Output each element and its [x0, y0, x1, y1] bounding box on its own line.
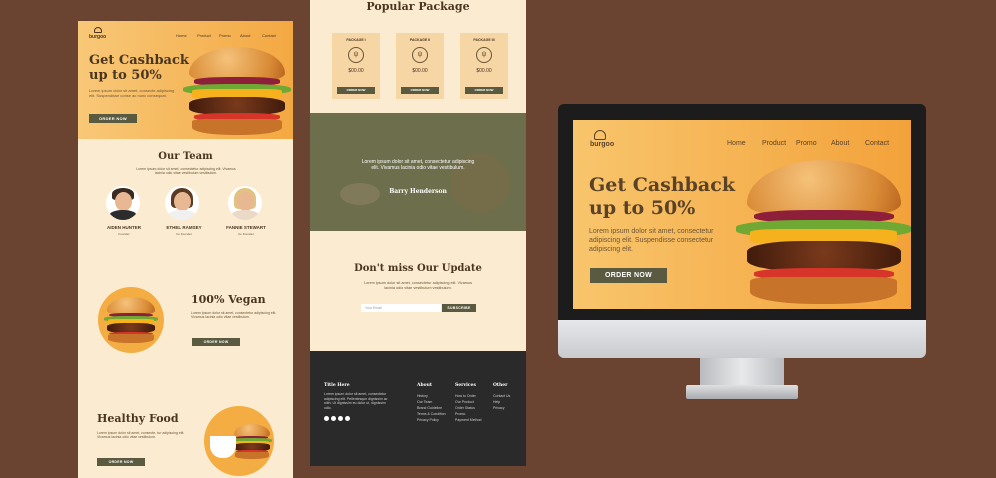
footer-links-services: How to Order Our Product Order Status Pr…	[455, 393, 481, 423]
hero-title: Get Cashback up to 50%	[589, 174, 735, 220]
vegan-body: Lorem ipsum dolor sit amet, consectetur …	[191, 311, 277, 320]
order-now-button[interactable]: ORDER NOW	[89, 114, 137, 123]
hero-title-line2: up to 50%	[589, 197, 696, 219]
order-now-button[interactable]: ORDER NOW	[97, 458, 145, 466]
nav-about[interactable]: About	[831, 140, 849, 147]
whatsapp-icon[interactable]	[345, 416, 350, 421]
footer-col-title: Other	[493, 383, 508, 388]
team-title: Our Team	[158, 151, 213, 162]
footer-title: Title Here	[324, 383, 350, 388]
landing-page-mockup-2: Popular Package PACKAGE I ψ $00.00 ORDER…	[310, 0, 526, 466]
logo[interactable]: burgoo	[89, 27, 106, 40]
package-order-button[interactable]: ORDER NOW	[337, 87, 375, 94]
newsletter-title: Don't miss Our Update	[354, 263, 482, 274]
member-name: FANNIE STEWART	[226, 225, 266, 230]
package-name: PACKAGE I	[346, 38, 366, 42]
instagram-icon[interactable]	[324, 416, 329, 421]
package-price: $00.00	[348, 68, 364, 74]
healthy-title: Healthy Food	[97, 412, 179, 425]
hero-body: Lorem ipsum dolor sit amet, consecte adi…	[89, 88, 175, 98]
footer-link[interactable]: Privacy Policy	[417, 417, 446, 423]
testimonial-section: Lorem ipsum dolor sit amet, consectetur …	[310, 113, 526, 231]
footer-desc: Lorem ipsum dolor sit amet, consectetur …	[324, 392, 388, 410]
nav-about[interactable]: About	[240, 33, 250, 38]
package-order-button[interactable]: ORDER NOW	[401, 87, 439, 94]
vegan-title: 100% Vegan	[191, 293, 266, 306]
testimonial-quote: Lorem ipsum dolor sit amet, consectetur …	[361, 159, 475, 172]
fries-bowl	[210, 436, 236, 458]
cutlery-icon: ψ	[348, 47, 364, 63]
package-card: PACKAGE I ψ $00.00 ORDER NOW	[332, 33, 380, 99]
package-name: PACKAGE II	[409, 38, 431, 42]
nav-product[interactable]: Product	[197, 33, 211, 38]
hero-title-line1: Get Cashback	[89, 53, 189, 68]
member-name: AIDEN HUNTER	[106, 225, 141, 230]
testimonial-author: Barry Henderson	[389, 188, 447, 195]
package-price: $00.00	[476, 68, 492, 74]
avatar	[228, 186, 262, 220]
burger-image	[183, 47, 291, 139]
burger-image	[104, 297, 158, 345]
healthy-body: Lorem ipsum dolor sit amet, consecte- tu…	[97, 431, 185, 440]
brand-name: burgoo	[590, 141, 615, 148]
hero-title-line1: Get Cashback	[589, 174, 735, 196]
cutlery-icon: ψ	[476, 47, 492, 63]
monitor-stand-base	[686, 385, 798, 399]
footer-link[interactable]: Payment Method	[455, 417, 481, 423]
subscribe-button[interactable]: SUBSCRIBE	[442, 304, 476, 312]
landing-page-mockup-1: burgoo Home Product Promo About Contact …	[78, 21, 293, 478]
burger-logo-icon	[93, 27, 102, 33]
brand-name: burgoo	[89, 34, 107, 40]
vegan-image-circle	[98, 287, 164, 353]
package-order-button[interactable]: ORDER NOW	[465, 87, 503, 94]
nav-home[interactable]: Home	[727, 140, 746, 147]
package-card: PACKAGE II ψ $00.00 ORDER NOW	[396, 33, 444, 99]
footer-links-about: History Our Team Brand Guideline Terms &…	[417, 393, 446, 423]
member-name: ETHEL RAMSEY	[166, 225, 202, 230]
packages-title: Popular Package	[366, 0, 470, 13]
burger-image	[232, 424, 272, 460]
burger-image	[736, 160, 911, 309]
nav-contact[interactable]: Contact	[865, 140, 889, 147]
nav-product[interactable]: Product	[762, 140, 786, 147]
twitter-icon[interactable]	[338, 416, 343, 421]
nav-contact[interactable]: Contact	[262, 33, 276, 38]
email-input[interactable]: Your Email	[361, 304, 441, 312]
order-now-button[interactable]: ORDER NOW	[192, 338, 240, 346]
hero-section: burgoo Home Product Promo About Contact …	[78, 21, 293, 139]
hero-title-line2: up to 50%	[89, 68, 162, 83]
package-name: PACKAGE III	[473, 38, 495, 42]
newsletter-body: Lorem ipsum dolor sit amet, consectetur …	[364, 281, 472, 290]
member-role: Co Founder	[238, 232, 254, 236]
team-intro: Lorem ipsum dolor sit amet, consectetur …	[136, 167, 236, 176]
avatar	[106, 186, 140, 220]
nav-promo[interactable]: Promo	[796, 140, 817, 147]
nav-promo[interactable]: Promo	[219, 33, 231, 38]
hero-title: Get Cashback up to 50%	[89, 53, 189, 83]
facebook-icon[interactable]	[331, 416, 336, 421]
healthy-food-image	[204, 406, 274, 476]
monitor-screen: burgoo Home Product Promo About Contact …	[573, 120, 911, 309]
burger-logo-icon	[594, 130, 606, 140]
member-role: Founder	[118, 232, 130, 236]
nav-home[interactable]: Home	[176, 33, 187, 38]
order-now-button[interactable]: ORDER NOW	[590, 268, 667, 283]
monitor-chin	[558, 320, 926, 358]
hero-body: Lorem ipsum dolor sit amet, consectetur …	[589, 228, 714, 253]
package-card: PACKAGE III ψ $00.00 ORDER NOW	[460, 33, 508, 99]
package-price: $00.00	[412, 68, 428, 74]
avatar	[165, 186, 199, 220]
member-role: Co Founder	[176, 232, 192, 236]
footer-links-other: Contact Us Help Privacy	[493, 393, 510, 411]
footer-col-title: About	[417, 383, 432, 388]
footer-col-title: Services	[455, 383, 476, 388]
footer-link[interactable]: Privacy	[493, 405, 510, 411]
logo[interactable]: burgoo	[590, 130, 614, 148]
cutlery-icon: ψ	[412, 47, 428, 63]
